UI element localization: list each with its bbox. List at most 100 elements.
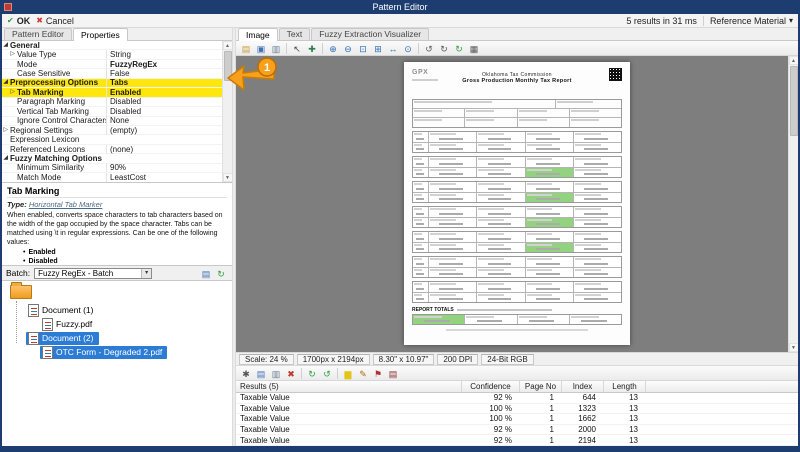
ok-button[interactable]: ✔ OK bbox=[7, 16, 30, 26]
form-section bbox=[412, 231, 622, 253]
property-value: Enabled bbox=[106, 88, 222, 97]
document-view-icon[interactable]: ▤ bbox=[199, 267, 213, 280]
actual-size-icon[interactable]: ⊙ bbox=[401, 42, 415, 55]
refresh-batch-icon[interactable]: ↻ bbox=[214, 267, 228, 280]
refresh-icon[interactable]: ↻ bbox=[452, 42, 466, 55]
column-header-confidence[interactable]: Confidence bbox=[462, 381, 520, 392]
property-row[interactable]: Minimum Similarity90% bbox=[2, 164, 222, 173]
rotate-right-icon[interactable]: ↻ bbox=[437, 42, 451, 55]
tree-node-document-1[interactable]: Document (1) bbox=[2, 303, 232, 317]
zoom-in-icon[interactable]: ⊕ bbox=[326, 42, 340, 55]
property-row[interactable]: ModeFuzzyRegEx bbox=[2, 60, 222, 69]
scroll-up-icon[interactable]: ▲ bbox=[789, 56, 799, 65]
results-toolbar: ✱▤▥✖↻↺▆✎⚑▤ bbox=[236, 366, 798, 381]
property-row[interactable]: ◢General bbox=[2, 41, 222, 50]
scroll-down-icon[interactable]: ▼ bbox=[789, 343, 799, 352]
property-grid: ◢General▷Value TypeStringModeFuzzyRegExC… bbox=[2, 41, 232, 183]
result-row[interactable]: Taxable Value92 %1219413 bbox=[236, 435, 798, 446]
tree-node-fuzzy-pdf[interactable]: Fuzzy.pdf bbox=[2, 317, 232, 331]
property-row[interactable]: Case SensitiveFalse bbox=[2, 69, 222, 78]
image-viewport[interactable]: GPX Oklahoma Tax Commission Gross Produc… bbox=[236, 56, 798, 352]
select-icon[interactable]: ↖ bbox=[290, 42, 304, 55]
batch-combobox[interactable]: Fuzzy RegEx - Batch ▾ bbox=[34, 268, 152, 279]
rotate-left-icon[interactable]: ↺ bbox=[422, 42, 436, 55]
reference-material-dropdown[interactable]: Reference Material ▾ bbox=[710, 16, 793, 26]
export-icon[interactable]: ▤ bbox=[254, 367, 268, 380]
tree-node-document-2[interactable]: Document (2) bbox=[2, 331, 232, 345]
scrollbar-track[interactable] bbox=[223, 81, 233, 173]
status-segment: 24-Bit RGB bbox=[481, 354, 533, 365]
property-row[interactable]: Match ModeLeastCost bbox=[2, 173, 222, 182]
property-row[interactable]: Paragraph MarkingDisabled bbox=[2, 98, 222, 107]
combo-dropdown-icon[interactable]: ▾ bbox=[141, 269, 151, 278]
tab-text[interactable]: Text bbox=[279, 28, 311, 40]
tab-fuzzy-extraction-visualizer[interactable]: Fuzzy Extraction Visualizer bbox=[311, 28, 429, 40]
undo-icon[interactable]: ↺ bbox=[320, 367, 334, 380]
form-field bbox=[574, 232, 621, 242]
property-row[interactable]: Ignore Control CharactersNone bbox=[2, 117, 222, 126]
property-row[interactable]: ▷Value TypeString bbox=[2, 50, 222, 59]
column-header-results[interactable]: Results (5) bbox=[236, 381, 462, 392]
form-body bbox=[412, 131, 622, 303]
property-row[interactable]: ◢Fuzzy Matching Options bbox=[2, 154, 222, 163]
property-help-panel: Tab Marking Type: Horizontal Tab Marker … bbox=[2, 183, 232, 266]
edit-icon[interactable]: ✎ bbox=[356, 367, 370, 380]
highlighted-match-field bbox=[526, 218, 574, 227]
settings-icon[interactable]: ✱ bbox=[239, 367, 253, 380]
zoom-window-icon[interactable]: ⊡ bbox=[356, 42, 370, 55]
property-name: Expression Lexicon bbox=[8, 135, 106, 144]
result-row[interactable]: Taxable Value92 %1200013 bbox=[236, 425, 798, 436]
chevron-down-icon: ▾ bbox=[789, 17, 793, 25]
print-icon[interactable]: ▥ bbox=[269, 42, 283, 55]
scrollbar-track[interactable] bbox=[789, 136, 799, 343]
property-row[interactable]: ▷Tab MarkingEnabled bbox=[2, 88, 222, 97]
highlighter-icon[interactable]: ▆ bbox=[341, 367, 355, 380]
result-row[interactable]: Taxable Value100 %1132313 bbox=[236, 404, 798, 415]
help-type-link[interactable]: Horizontal Tab Marker bbox=[29, 200, 103, 209]
scroll-down-icon[interactable]: ▼ bbox=[223, 173, 233, 182]
callout-arrow: 1 bbox=[226, 56, 278, 92]
result-row[interactable]: Taxable Value100 %1166213 bbox=[236, 414, 798, 425]
property-row[interactable]: ◢Preprocessing OptionsTabs bbox=[2, 79, 222, 88]
fit-page-icon[interactable]: ⊞ bbox=[371, 42, 385, 55]
title-bar[interactable]: Pattern Editor bbox=[0, 0, 800, 14]
report-totals-section: REPORT TOTALS bbox=[412, 307, 622, 325]
fit-width-icon[interactable]: ↔ bbox=[386, 42, 400, 55]
form-field bbox=[574, 182, 621, 192]
result-index: 1323 bbox=[562, 404, 604, 414]
column-header-length[interactable]: Length bbox=[604, 381, 646, 392]
open-icon[interactable]: ▤ bbox=[239, 42, 253, 55]
tab-properties[interactable]: Properties bbox=[73, 28, 128, 41]
property-row[interactable]: Vertical Tab MarkingDisabled bbox=[2, 107, 222, 116]
save-icon[interactable]: ▣ bbox=[254, 42, 268, 55]
result-row[interactable]: Taxable Value92 %164413 bbox=[236, 393, 798, 404]
tree-root-folder[interactable] bbox=[2, 281, 232, 303]
column-header-page-no[interactable]: Page No bbox=[520, 381, 562, 392]
pan-icon[interactable]: ✚ bbox=[305, 42, 319, 55]
property-row[interactable]: Expression Lexicon bbox=[2, 135, 222, 144]
property-row[interactable]: ▷Regional Settings(empty) bbox=[2, 126, 222, 135]
property-row[interactable]: Referenced Lexicons(none) bbox=[2, 145, 222, 154]
form-header-field bbox=[518, 118, 570, 127]
tab-pattern-editor[interactable]: Pattern Editor bbox=[4, 28, 72, 40]
expander-icon[interactable]: ▷ bbox=[2, 88, 15, 97]
tree-node-otc-form-pdf[interactable]: OTC Form - Degraded 2.pdf bbox=[2, 345, 232, 359]
form-field bbox=[574, 282, 621, 292]
form-field bbox=[574, 218, 621, 227]
column-header-index[interactable]: Index bbox=[562, 381, 604, 392]
scrollbar-thumb[interactable] bbox=[790, 66, 798, 136]
copy-icon[interactable]: ▥ bbox=[269, 367, 283, 380]
refresh-icon[interactable]: ↻ bbox=[305, 367, 319, 380]
flag-icon[interactable]: ⚑ bbox=[371, 367, 385, 380]
thumbnails-icon[interactable]: ▦ bbox=[467, 42, 481, 55]
scroll-up-icon[interactable]: ▲ bbox=[223, 41, 233, 50]
help-type-label: Type: bbox=[7, 200, 27, 209]
expander-icon[interactable]: ▷ bbox=[2, 50, 15, 59]
image-scrollbar[interactable]: ▲ ▼ bbox=[788, 56, 798, 352]
cancel-button[interactable]: ✖ Cancel bbox=[36, 16, 74, 26]
zoom-out-icon[interactable]: ⊖ bbox=[341, 42, 355, 55]
delete-icon[interactable]: ✖ bbox=[284, 367, 298, 380]
form-field bbox=[570, 315, 621, 324]
tab-image[interactable]: Image bbox=[238, 28, 278, 41]
lexicon-icon[interactable]: ▤ bbox=[386, 367, 400, 380]
